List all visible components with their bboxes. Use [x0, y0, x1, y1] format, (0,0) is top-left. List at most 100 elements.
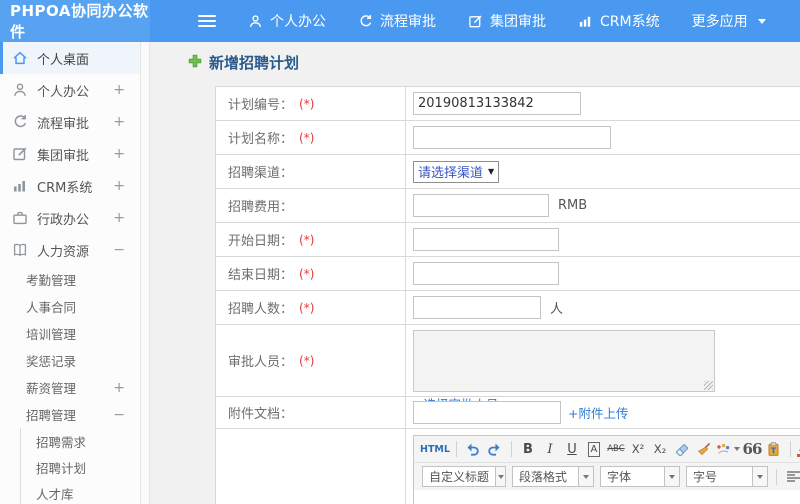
caret-down-icon: ▼: [488, 167, 495, 176]
required-mark: (*): [299, 353, 315, 368]
sidebar-label: 集团审批: [37, 148, 90, 164]
field-label: 计划名称：: [228, 132, 294, 147]
required-mark: (*): [299, 130, 315, 145]
nav-crm[interactable]: CRM系统: [578, 11, 660, 31]
sidebar-item-hr-contract[interactable]: 人事合同: [0, 293, 140, 320]
sidebar-item-salary[interactable]: 薪资管理 +: [0, 374, 140, 401]
nav-workflow-approval[interactable]: 流程审批: [358, 11, 436, 31]
redo-icon[interactable]: [485, 438, 505, 460]
superscript-button[interactable]: X²: [628, 438, 648, 460]
sidebar-item-workflow-approval[interactable]: 流程审批 +: [0, 106, 140, 138]
sidebar-item-recruit-demand[interactable]: 招聘需求: [21, 428, 140, 454]
sidebar-item-hr[interactable]: 人力资源 −: [0, 234, 140, 266]
svg-text:T: T: [771, 446, 777, 455]
form-row-content-editor: HTML B I U A ABC X² X₂ 66 T 自定义标题 段落格式 字…: [216, 429, 800, 504]
sidebar-label: CRM系统: [37, 180, 93, 196]
sidebar-item-personal-desktop[interactable]: 个人桌面: [0, 42, 140, 74]
format-brush-icon[interactable]: [694, 438, 714, 460]
strikethrough-button[interactable]: ABC: [606, 438, 626, 460]
start-date-input[interactable]: [413, 228, 559, 251]
form-row-channel: 招聘渠道： 请选择渠道 ▼: [216, 155, 800, 189]
expand-plus-icon[interactable]: +: [113, 178, 125, 194]
expand-plus-icon[interactable]: +: [113, 210, 125, 226]
nav-group-approval[interactable]: 集团审批: [468, 11, 546, 31]
align-left-icon[interactable]: [783, 466, 800, 488]
field-label: 开始日期：: [228, 234, 294, 249]
form-row-cost: 招聘费用： RMB: [216, 189, 800, 223]
collapse-minus-icon[interactable]: −: [113, 242, 125, 258]
expand-plus-icon[interactable]: +: [113, 146, 125, 162]
eraser-icon[interactable]: [672, 438, 692, 460]
form-row-end-date: 结束日期： (*): [216, 257, 800, 291]
toolbar-separator: [455, 441, 457, 457]
font-family-combo[interactable]: 字体: [600, 466, 680, 487]
sidebar-item-recruit-plan[interactable]: 招聘计划: [21, 454, 140, 480]
cost-input[interactable]: [413, 194, 549, 217]
caret-down-icon: [757, 18, 766, 24]
font-style-button[interactable]: A: [587, 441, 601, 457]
sidebar-label: 招聘需求: [36, 434, 87, 450]
sidebar-item-admin-office[interactable]: 行政办公 +: [0, 202, 140, 234]
undo-icon[interactable]: [463, 438, 483, 460]
sidebar-label: 行政办公: [37, 212, 90, 228]
sidebar-label: 流程审批: [37, 116, 90, 132]
sidebar-item-attendance[interactable]: 考勤管理: [0, 266, 140, 293]
resize-grip-icon[interactable]: [704, 381, 713, 390]
plan-name-input[interactable]: [413, 126, 611, 149]
toolbar-separator: [789, 441, 791, 457]
blockquote-button[interactable]: 66: [742, 438, 763, 460]
editor-content-area[interactable]: [414, 490, 800, 504]
nav-personal-office[interactable]: 个人办公: [248, 11, 326, 31]
sidebar-item-group-approval[interactable]: 集团审批 +: [0, 138, 140, 170]
add-plus-icon: [188, 54, 202, 72]
expand-plus-icon[interactable]: +: [113, 114, 125, 130]
sidebar-item-training[interactable]: 培训管理: [0, 320, 140, 347]
app-window: PHPOA协同办公软件 个人办公 流程审批 集团审批 CRM系统 更多应用 个人…: [0, 0, 800, 504]
required-mark: (*): [299, 266, 315, 281]
form-row-approvers: 审批人员： (*) +选择审批人员: [216, 325, 800, 412]
bar-chart-icon: [12, 178, 28, 194]
hamburger-menu-icon[interactable]: [198, 15, 216, 27]
attachment-input[interactable]: [413, 401, 561, 424]
toolbar-separator: [776, 468, 777, 485]
source-code-button[interactable]: HTML: [420, 438, 450, 460]
toolbar-separator: [510, 441, 512, 457]
paste-text-icon[interactable]: T: [764, 438, 784, 460]
sidebar-scrollbar[interactable]: [140, 42, 150, 504]
attachment-upload-link[interactable]: +附件上传: [568, 403, 628, 422]
sidebar-label: 个人桌面: [37, 52, 90, 68]
sidebar-item-rewards[interactable]: 奖惩记录: [0, 347, 140, 374]
plan-no-input[interactable]: [413, 92, 581, 115]
collapse-minus-icon[interactable]: −: [113, 407, 125, 423]
caret-down-icon: [669, 474, 675, 479]
channel-select[interactable]: 请选择渠道 ▼: [413, 160, 500, 183]
end-date-input[interactable]: [413, 262, 559, 285]
required-mark: (*): [299, 300, 315, 315]
paragraph-format-combo[interactable]: 段落格式: [512, 466, 594, 487]
form-row-plan-no: 计划编号： (*): [216, 87, 800, 121]
expand-plus-icon[interactable]: +: [113, 380, 125, 396]
underline-button[interactable]: U: [562, 438, 582, 460]
italic-button[interactable]: I: [540, 438, 560, 460]
app-logo[interactable]: PHPOA协同办公软件: [0, 0, 150, 42]
rich-text-editor: HTML B I U A ABC X² X₂ 66 T 自定义标题 段落格式 字…: [413, 435, 800, 504]
expand-plus-icon[interactable]: +: [113, 82, 125, 98]
sidebar-item-recruit-mgmt[interactable]: 招聘管理 −: [0, 401, 140, 428]
bold-button[interactable]: B: [518, 438, 538, 460]
sidebar: 个人桌面 个人办公 + 流程审批 + 集团审批 + CRM系统 + 行政办公 +…: [0, 42, 140, 504]
headcount-input[interactable]: [413, 296, 541, 319]
color-format-icon[interactable]: [716, 438, 740, 460]
font-size-combo[interactable]: 字号: [686, 466, 768, 487]
sidebar-item-personal-office[interactable]: 个人办公 +: [0, 74, 140, 106]
bar-chart-icon: [578, 14, 593, 29]
nav-more-apps[interactable]: 更多应用: [692, 11, 766, 31]
subscript-button[interactable]: X₂: [650, 438, 670, 460]
sidebar-label: 招聘计划: [36, 460, 87, 476]
sidebar-item-talent-pool[interactable]: 人才库: [21, 480, 140, 504]
field-label: 审批人员：: [228, 355, 294, 370]
editor-toolbar-row1: HTML B I U A ABC X² X₂ 66 T: [414, 436, 800, 463]
approvers-textarea[interactable]: [413, 330, 715, 392]
custom-heading-combo[interactable]: 自定义标题: [422, 466, 506, 487]
caret-down-icon: [757, 474, 763, 479]
sidebar-item-crm[interactable]: CRM系统 +: [0, 170, 140, 202]
